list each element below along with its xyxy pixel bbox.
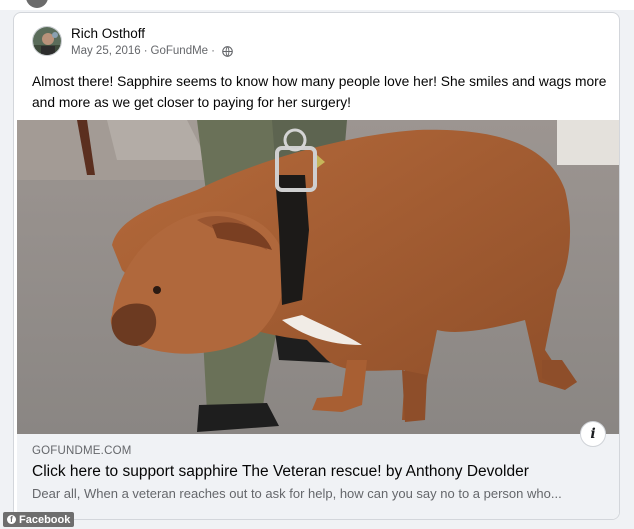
author-name[interactable]: Rich Osthoff (71, 26, 145, 41)
post-source: GoFundMe (150, 45, 209, 57)
previous-post-edge (0, 0, 634, 10)
link-domain: GOFUNDME.COM (32, 445, 132, 457)
post-meta: May 25, 2016 · GoFundMe · (71, 45, 233, 57)
author-avatar[interactable] (32, 26, 62, 56)
post-photo[interactable] (17, 120, 619, 434)
avatar-image (33, 27, 61, 55)
post-date[interactable]: May 25, 2016 (71, 45, 141, 57)
link-title[interactable]: Click here to support sapphire The Veter… (32, 463, 612, 481)
facebook-icon: f (7, 515, 16, 524)
meta-separator: · (211, 45, 215, 57)
meta-separator: · (143, 45, 148, 57)
avatar (26, 0, 48, 8)
post-card: Rich Osthoff May 25, 2016 · GoFundMe · A… (13, 12, 620, 520)
link-preview[interactable]: GOFUNDME.COM Click here to support sapph… (17, 434, 619, 519)
info-icon[interactable]: i (580, 421, 606, 447)
facebook-source-tag: f Facebook (3, 512, 75, 527)
source-tag-label: Facebook (19, 513, 71, 526)
globe-icon (222, 45, 233, 57)
post-text: Almost there! Sapphire seems to know how… (32, 74, 607, 110)
link-description: Dear all, When a veteran reaches out to … (32, 486, 562, 501)
dog-photo (17, 120, 619, 434)
